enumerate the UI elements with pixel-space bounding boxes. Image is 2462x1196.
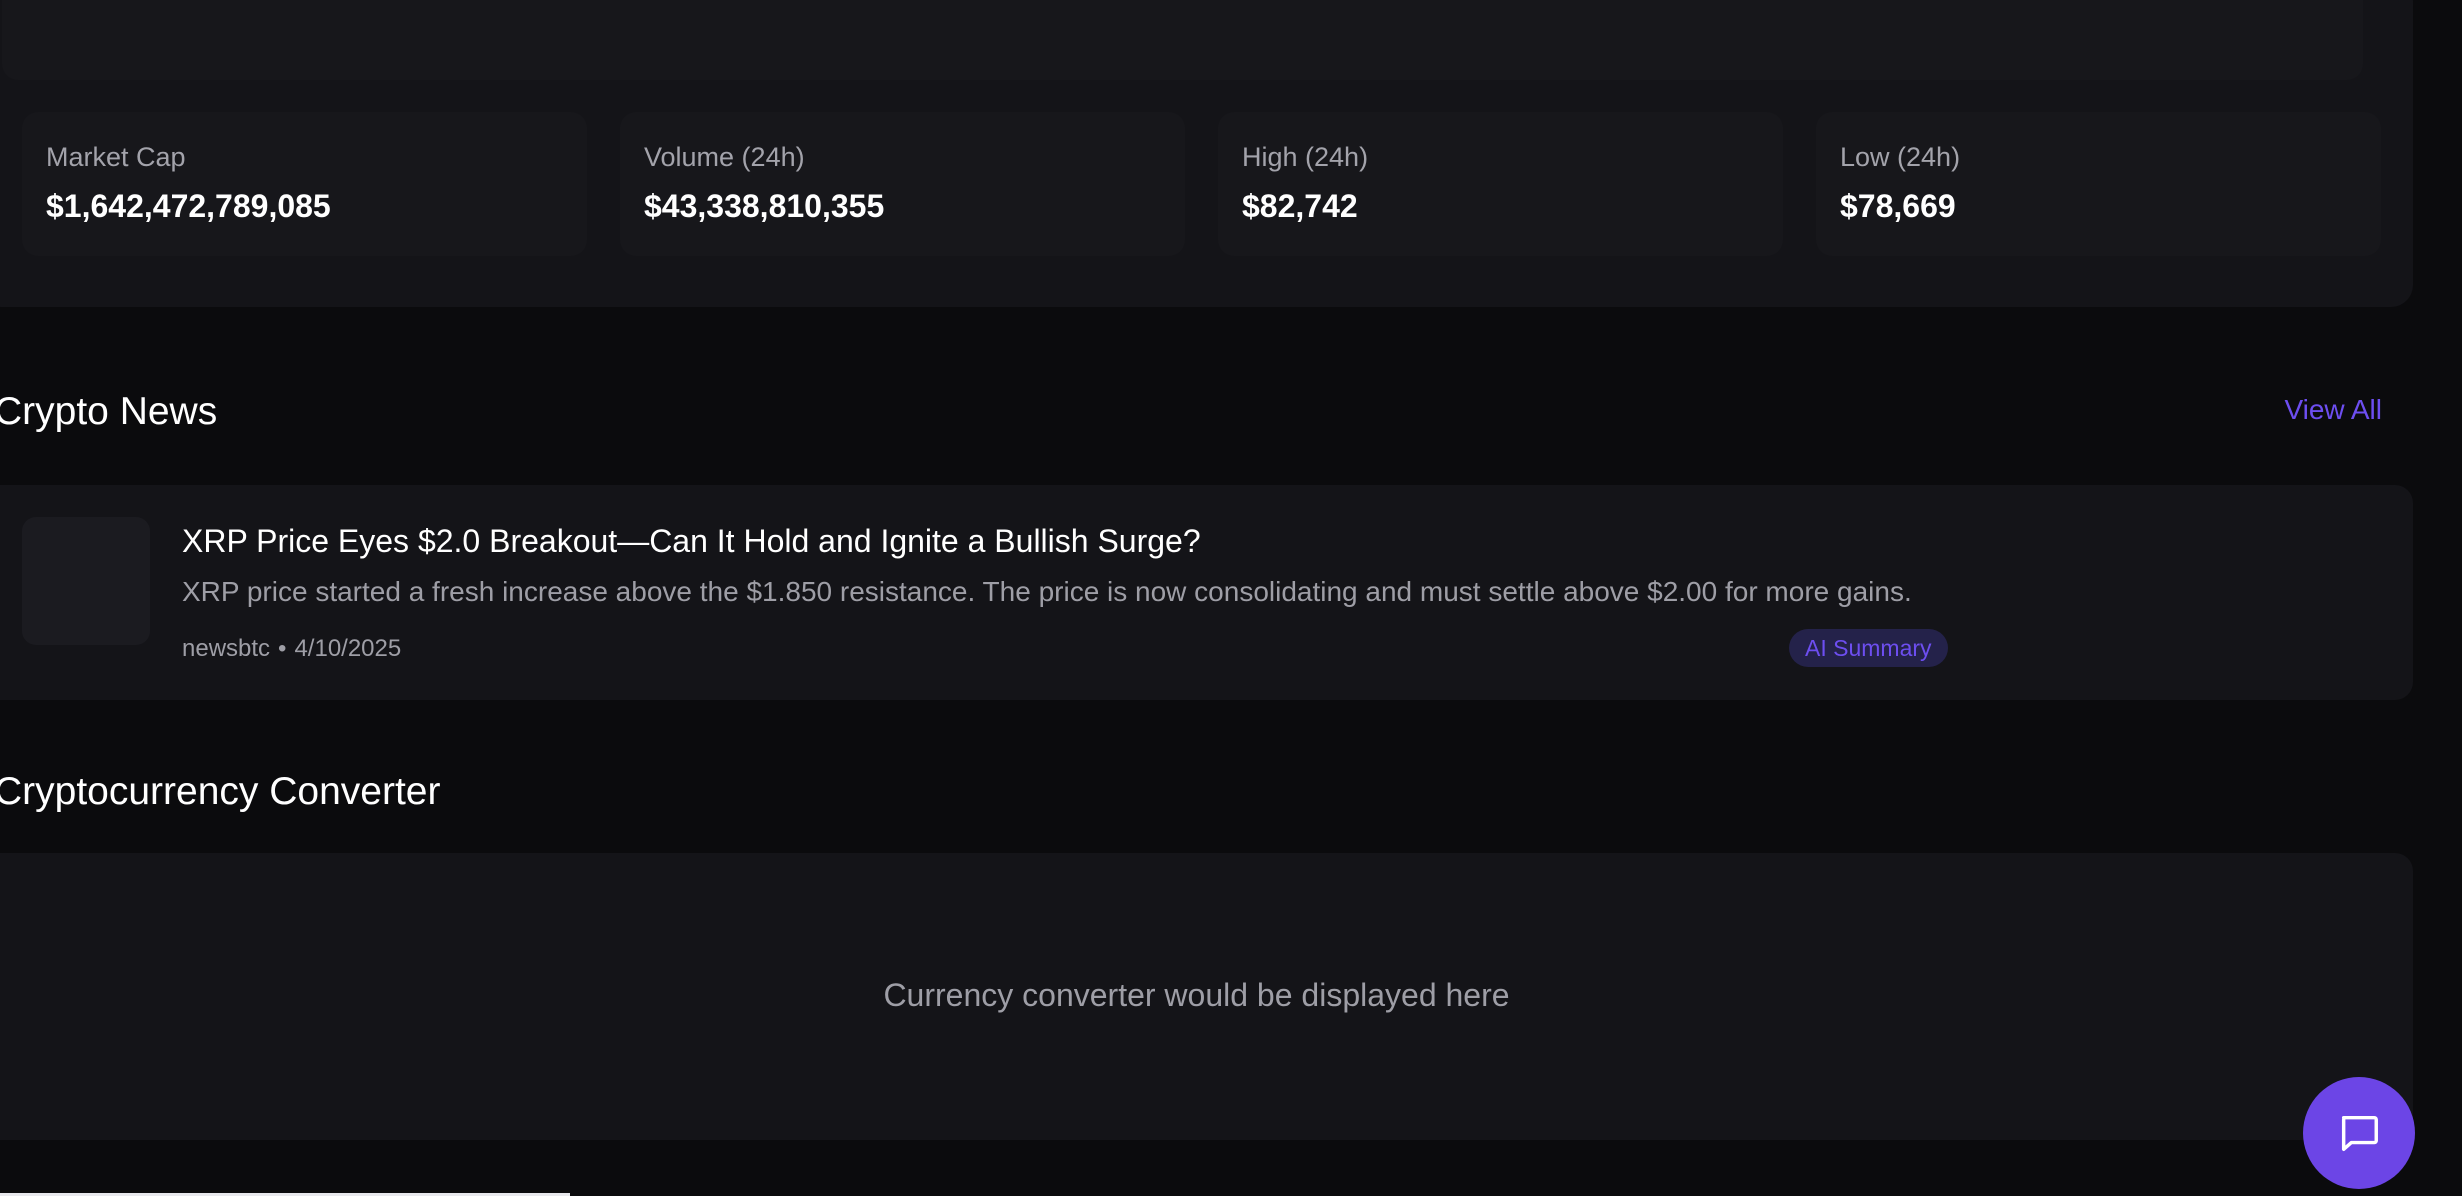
chat-button[interactable] — [2303, 1077, 2415, 1189]
news-meta: newsbtc • 4/10/2025 — [182, 635, 401, 663]
stat-value: $82,742 — [1242, 188, 1358, 224]
market-stats-panel: Market Cap $1,642,472,789,085 Volume (24… — [0, 0, 2413, 307]
ai-summary-button[interactable]: AI Summary — [1789, 629, 1948, 667]
stat-label: Market Cap — [46, 142, 186, 172]
news-thumbnail — [22, 517, 150, 645]
stat-label: Volume (24h) — [644, 142, 805, 172]
news-description: XRP price started a fresh increase above… — [182, 576, 1912, 607]
stat-card-volume: Volume (24h) $43,338,810,355 — [620, 112, 1185, 256]
meta-separator: • — [278, 635, 287, 662]
chat-bubble-icon — [2341, 1115, 2378, 1152]
price-chart-area — [2, 0, 2363, 80]
stat-card-market-cap: Market Cap $1,642,472,789,085 — [22, 112, 587, 256]
stat-card-high: High (24h) $82,742 — [1218, 112, 1783, 256]
page: Market Cap $1,642,472,789,085 Volume (24… — [0, 0, 2462, 1196]
news-section-title: Crypto News — [0, 390, 218, 433]
converter-placeholder: Currency converter would be displayed he… — [883, 977, 1510, 1013]
converter-section-title: Cryptocurrency Converter — [0, 770, 441, 813]
stat-value: $78,669 — [1840, 188, 1956, 224]
stat-value: $1,642,472,789,085 — [46, 188, 331, 224]
stat-label: Low (24h) — [1840, 142, 1961, 172]
view-all-link[interactable]: View All — [2284, 394, 2382, 426]
stat-card-low: Low (24h) $78,669 — [1816, 112, 2381, 256]
news-source: newsbtc — [182, 635, 271, 662]
news-title[interactable]: XRP Price Eyes $2.0 Breakout—Can It Hold… — [182, 523, 1201, 560]
news-item[interactable]: XRP Price Eyes $2.0 Breakout—Can It Hold… — [0, 485, 2413, 700]
news-date: 4/10/2025 — [294, 635, 402, 662]
converter-card: Currency converter would be displayed he… — [0, 853, 2413, 1140]
stat-value: $43,338,810,355 — [644, 188, 885, 224]
stat-label: High (24h) — [1242, 142, 1369, 172]
